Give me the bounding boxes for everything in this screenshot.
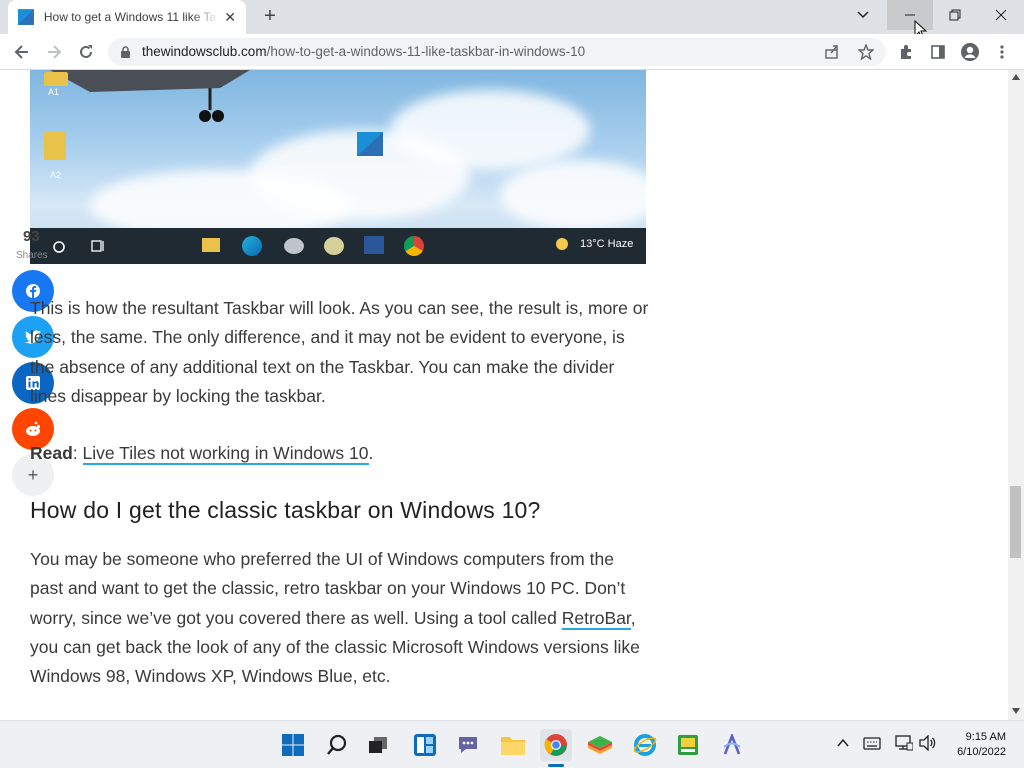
back-button[interactable] [10, 40, 34, 64]
scroll-down-icon[interactable] [1012, 708, 1020, 714]
new-tab-button[interactable]: + [258, 5, 282, 29]
edge-icon [242, 236, 262, 256]
weather-text: Haze [607, 238, 634, 250]
teams-chat-button[interactable] [452, 729, 484, 761]
vertical-scrollbar[interactable] [1008, 70, 1024, 720]
chrome-taskbar-button[interactable] [540, 729, 572, 761]
task-view-icon [369, 737, 387, 753]
share-count: 93 [23, 228, 40, 245]
internet-explorer-icon [633, 734, 657, 756]
share-page-icon[interactable] [824, 44, 840, 60]
profile-avatar-icon[interactable] [958, 40, 982, 64]
folder-icon [44, 72, 68, 86]
lock-icon[interactable] [120, 46, 131, 59]
reddit-icon [26, 421, 41, 436]
page-content: A1 A2 13°C Haze 93 Shares + This is how … [0, 70, 1008, 720]
close-window-button[interactable] [978, 0, 1024, 30]
airplane-icon [50, 70, 250, 122]
retrobar-link[interactable]: RetroBar [561, 607, 631, 630]
app-stack-button[interactable] [584, 729, 616, 761]
read-separator: : [72, 443, 83, 463]
active-app-indicator [548, 764, 564, 767]
clock-date: 6/10/2022 [957, 746, 1006, 758]
clock-time: 9:15 AM [965, 731, 1006, 743]
tab-title: How to get a Windows 11 like Taskbar in … [43, 10, 218, 24]
reload-button[interactable] [74, 40, 98, 64]
start-button[interactable] [277, 729, 309, 761]
url-text: thewindowsclub.com/how-to-get-a-windows-… [142, 44, 585, 59]
read-label: Read [30, 443, 73, 463]
scrollbar-thumb[interactable] [1010, 486, 1021, 558]
chevron-up-icon[interactable] [837, 738, 849, 748]
url-domain: thewindowsclub.com [142, 44, 267, 59]
folder-icon [501, 737, 525, 755]
tab-search-icon[interactable] [840, 0, 886, 30]
weather-temp: 13°C [580, 238, 605, 250]
paragraph-text: You may be someone who preferred the UI … [30, 549, 626, 628]
read-also-line: Read: Live Tiles not working in Windows … [30, 439, 650, 468]
internet-explorer-button[interactable] [629, 729, 661, 761]
url-path: /how-to-get-a-windows-11-like-taskbar-in… [266, 44, 586, 59]
green-app-button[interactable] [672, 729, 704, 761]
scroll-up-icon[interactable] [1012, 74, 1020, 80]
windows-taskbar: 9:15 AM 6/10/2022 [0, 720, 1024, 768]
chat-icon [459, 737, 477, 753]
cortana-icon [53, 241, 65, 253]
folder-icon [44, 132, 66, 160]
widgets-button[interactable] [409, 729, 441, 761]
task-view-button[interactable] [362, 729, 394, 761]
side-panel-icon[interactable] [926, 40, 950, 64]
browser-toolbar: thewindowsclub.com/how-to-get-a-windows-… [0, 34, 1024, 70]
widgets-icon [414, 734, 436, 756]
tab-close-icon[interactable]: ✕ [224, 9, 236, 26]
desktop-icon-label: A2 [50, 170, 62, 180]
article-paragraph: This is how the resultant Taskbar will l… [30, 298, 649, 406]
search-icon [327, 734, 347, 755]
share-label: Shares [16, 250, 48, 261]
word-icon [364, 236, 384, 254]
restore-button[interactable] [932, 0, 978, 30]
volume-icon[interactable] [919, 735, 937, 751]
address-bar[interactable]: thewindowsclub.com/how-to-get-a-windows-… [108, 38, 886, 66]
read-end: . [368, 443, 374, 463]
chrome-menu-icon[interactable] [990, 40, 1014, 64]
chrome-icon [404, 236, 424, 256]
chrome-icon [544, 734, 567, 756]
keyboard-icon[interactable] [863, 737, 881, 750]
desktop-icon-label: A1 [48, 87, 60, 97]
read-also-link[interactable]: Live Tiles not working in Windows 10 [82, 443, 369, 465]
site-favicon-icon [18, 9, 34, 25]
search-button[interactable] [321, 729, 353, 761]
taskbar-clock[interactable]: 9:15 AM 6/10/2022 [957, 730, 1006, 760]
windows-logo-icon [357, 132, 383, 156]
paint-3d-icon [324, 237, 344, 255]
section-heading: How do I get the classic taskbar on Wind… [30, 497, 541, 523]
extensions-icon[interactable] [894, 40, 918, 64]
weather-widget: 13°C Haze [580, 238, 633, 250]
arc-app-icon [723, 734, 741, 755]
article-paragraph: You may be someone who preferred the UI … [30, 545, 650, 691]
arc-app-button[interactable] [716, 729, 748, 761]
paint-icon [284, 238, 304, 254]
weather-moon-icon [556, 238, 568, 250]
layers-app-icon [588, 736, 612, 754]
book-app-icon [678, 735, 698, 755]
bookmark-star-icon[interactable] [858, 44, 874, 60]
tab-strip: How to get a Windows 11 like Taskbar in … [0, 0, 1024, 40]
windows-start-icon [282, 734, 304, 756]
file-explorer-button[interactable] [497, 729, 529, 761]
task-view-icon [91, 240, 104, 252]
file-explorer-icon [202, 238, 220, 252]
forward-button[interactable] [42, 40, 66, 64]
active-tab[interactable]: How to get a Windows 11 like Taskbar in … [8, 0, 246, 34]
article-screenshot-image: A1 A2 13°C Haze [30, 70, 646, 264]
screenshot-taskbar: 13°C Haze [30, 228, 646, 264]
network-icon[interactable] [895, 735, 913, 751]
